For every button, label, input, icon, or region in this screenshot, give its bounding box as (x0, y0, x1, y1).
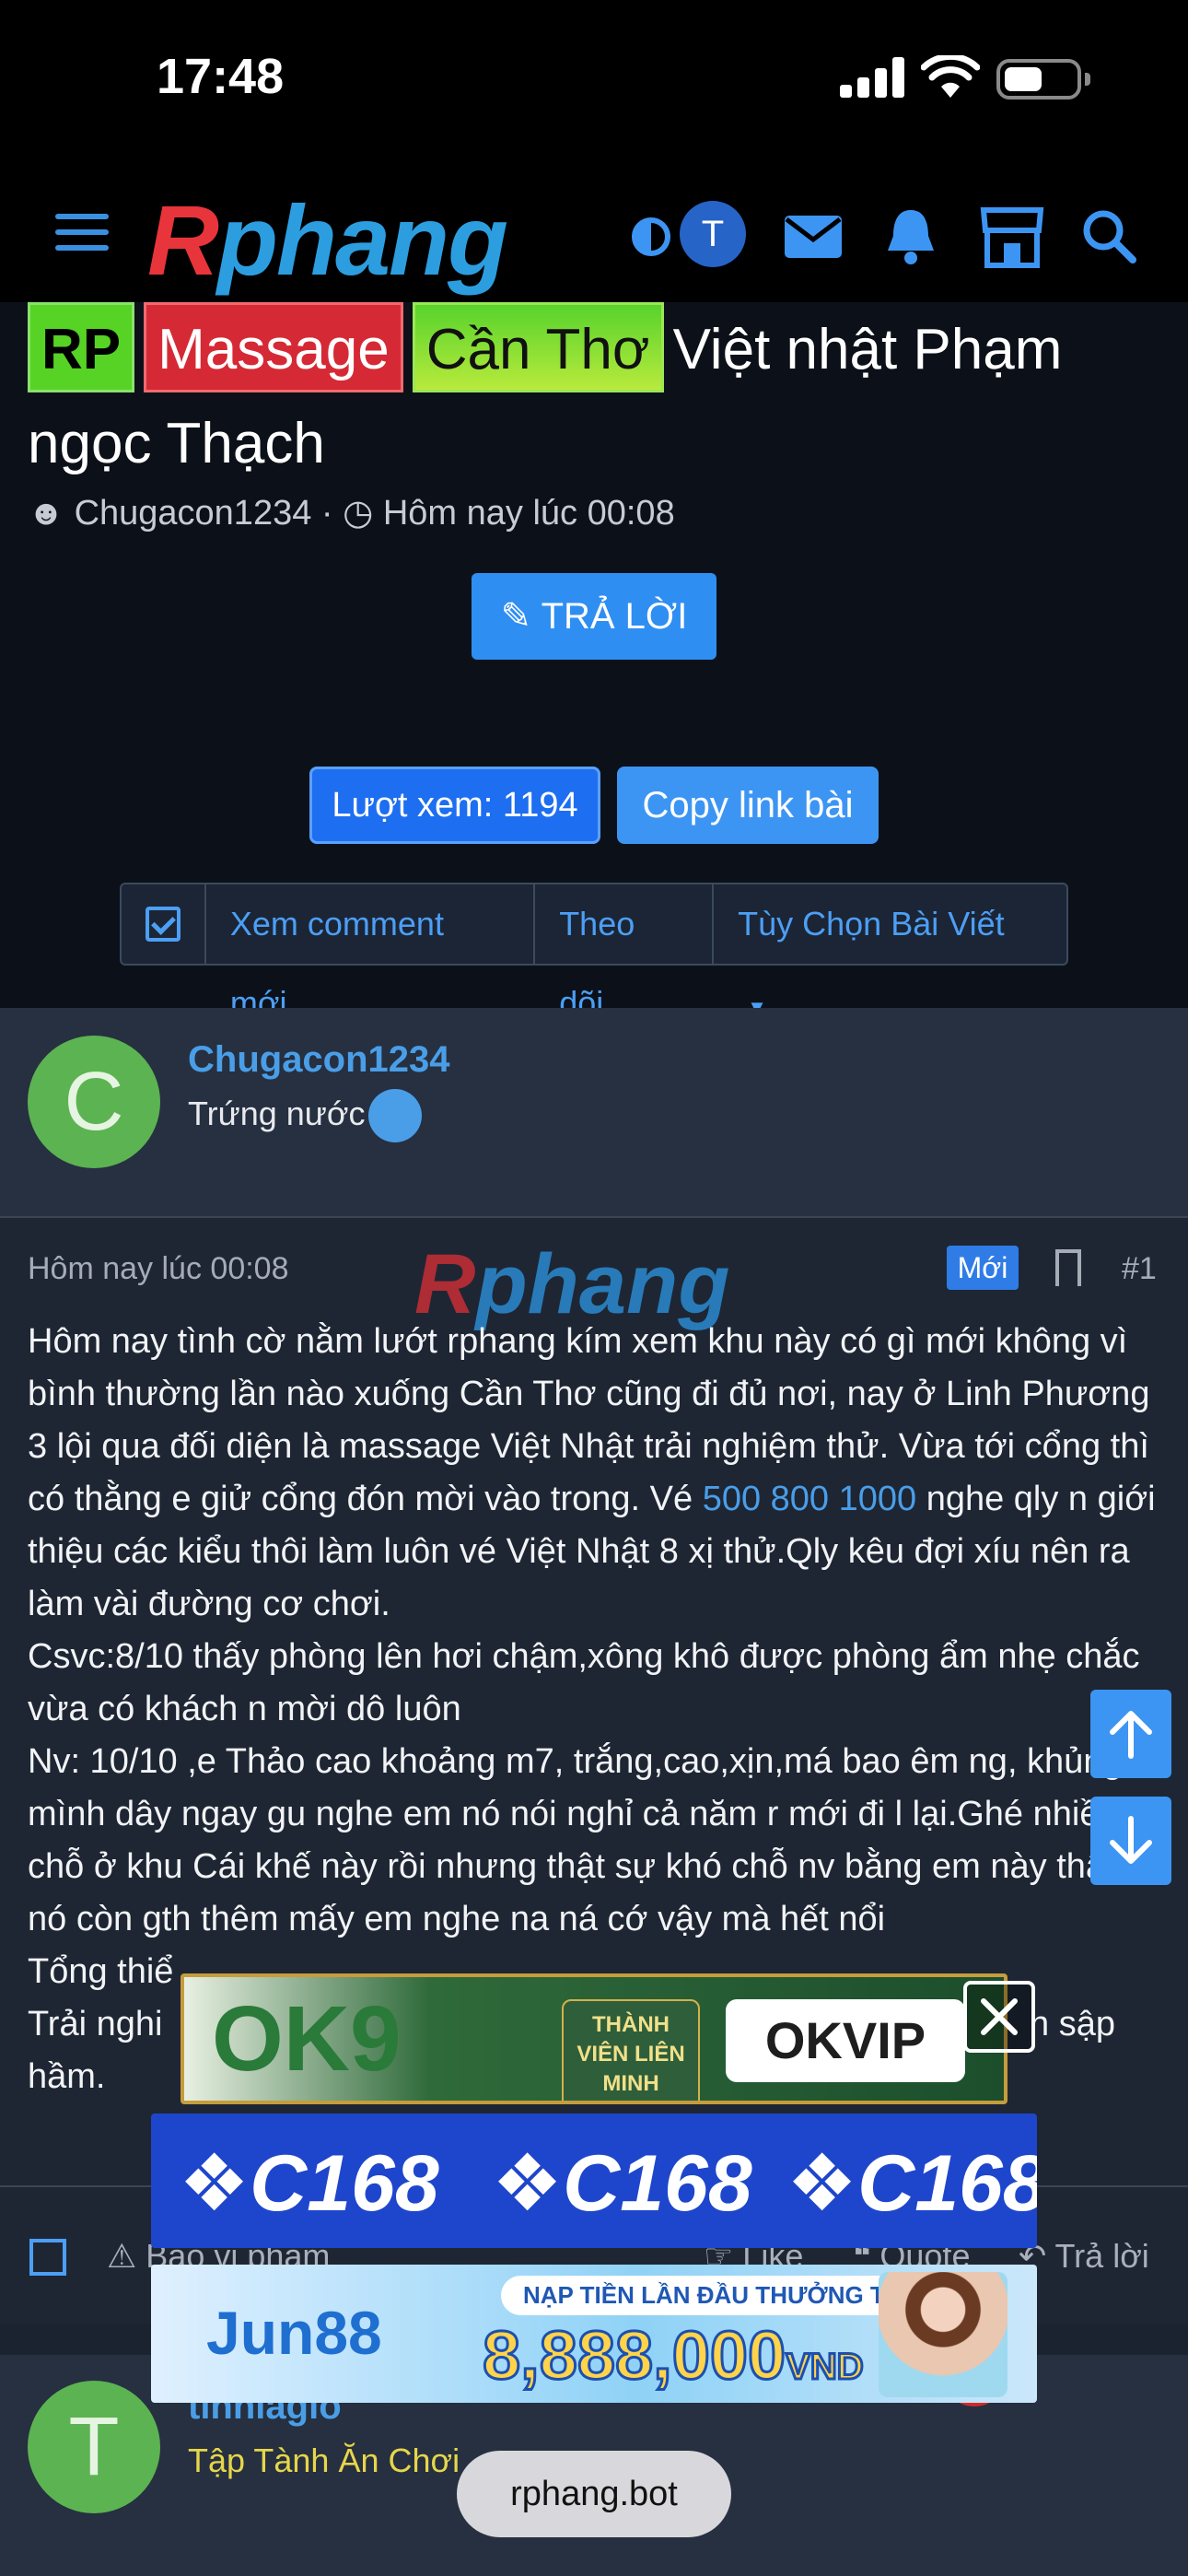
reply-button[interactable]: ✎ TRẢ LỜI (472, 573, 716, 660)
ad-c168-logo-1: ❖C168 (179, 2139, 439, 2228)
close-icon (981, 1998, 1018, 2035)
app-header: Rphang T (0, 175, 1188, 302)
pencil-icon: ✎ (500, 596, 532, 637)
prefix-can-tho[interactable]: Cần Thơ (412, 302, 664, 392)
post-date[interactable]: Hôm nay lúc 00:08 (28, 1251, 289, 1287)
post-line-csvc: Csvc:8/10 thấy phòng lên hơi chậm,xông k… (28, 1637, 1140, 1728)
ad-jun88-amount: 8,888,000VND (481, 2316, 865, 2395)
ad-ok9-tag: THÀNH VIÊN LIÊN MINH (562, 1999, 700, 2101)
bell-icon[interactable] (877, 203, 945, 271)
post-user-rank: Trứng nước (188, 1095, 366, 1132)
post-line-trai: Trải nghi (28, 2005, 163, 2043)
post-reply-label: Trả lời (1054, 2237, 1149, 2275)
title-text-line1: Việt nhật Phạm (672, 318, 1063, 381)
arrow-up-icon (1110, 1711, 1152, 1759)
prefix-massage[interactable]: Massage (144, 302, 403, 392)
post-username[interactable]: Chugacon1234 (188, 1039, 450, 1081)
checkbox-icon (145, 907, 181, 942)
post-user-block: C Chugacon1234 Trứng nước (0, 1008, 1188, 1218)
post-select-checkbox[interactable] (29, 2239, 66, 2276)
thread-options-dropdown[interactable]: Tùy Chọn Bài Viết ▼ (714, 884, 1066, 1019)
prefix-rp[interactable]: RP (28, 302, 135, 392)
ad-c168-logo-3: ❖C168 (786, 2139, 1037, 2228)
ad-okvip-logo: OKVIP (726, 1999, 965, 2082)
thread-options-label: Tùy Chọn Bài Viết (738, 905, 1005, 943)
ad-c168-logo-2: ❖C168 (492, 2139, 752, 2228)
rank-badge-icon (368, 1089, 422, 1142)
next-post-rank: Tập Tành Ăn Chơi (188, 2441, 460, 2479)
thread-title: RP Massage Cần Thơ Việt nhật Phạm ngọc Thạc… (28, 302, 1170, 491)
phone-link[interactable]: 500 800 1000 (703, 1480, 916, 1518)
follow-button[interactable]: Theo dõi (535, 884, 715, 1022)
post-reply-button[interactable]: ↶ Trả lời (1019, 2237, 1149, 2276)
scroll-top-button[interactable] (1090, 1690, 1171, 1778)
post-number[interactable]: #1 (1122, 1251, 1157, 1287)
ad-jun88-model-image (879, 2272, 1007, 2397)
ad-banner-ok9[interactable]: OK9 THÀNH VIÊN LIÊN MINH OKVIP (181, 1973, 1007, 2104)
copy-link-button[interactable]: Copy link bài (617, 767, 879, 844)
signal-icon (840, 57, 904, 98)
search-icon[interactable] (1076, 203, 1144, 271)
thread-meta: ☻ Chugacon1234 · ◷ Hôm nay lúc 00:08 (28, 492, 675, 533)
arrow-down-icon (1110, 1816, 1152, 1864)
theme-toggle-icon[interactable] (617, 203, 685, 271)
ad-jun88-logo: Jun88 (206, 2299, 382, 2367)
status-time: 17:48 (157, 49, 285, 104)
scroll-bottom-button[interactable] (1090, 1797, 1171, 1885)
new-comments-button[interactable]: Xem comment mới (206, 884, 536, 1022)
thread-header: RP Massage Cần Thơ Việt nhật Phạm ngọc Thạc… (0, 302, 1188, 1022)
ad-banner-c168[interactable]: ❖C168 ❖C168 ❖C168 (151, 2113, 1037, 2248)
clock-icon: ◷ (343, 494, 374, 533)
views-button[interactable]: Lượt xem: 1194 (309, 767, 600, 844)
mail-icon[interactable] (779, 203, 847, 271)
battery-icon (996, 59, 1090, 100)
menu-icon[interactable] (55, 214, 109, 258)
diamond-icon: ❖ (786, 2139, 858, 2228)
thread-toolbar: Xem comment mới Theo dõi Tùy Chọn Bài Vi… (120, 883, 1068, 1022)
post-line-tong: Tổng thiể (28, 1952, 174, 1991)
next-post-avatar[interactable]: T (28, 2381, 160, 2513)
user-icon: ☻ (28, 494, 64, 533)
reply-button-label: TRẢ LỜI (541, 596, 688, 637)
diamond-icon: ❖ (492, 2139, 564, 2228)
store-icon[interactable] (978, 203, 1046, 271)
post-line-ham: hầm. (28, 2057, 106, 2096)
status-bar: 17:48 (0, 0, 1188, 175)
wifi-icon (921, 55, 980, 98)
ad-jun88-promo: NẠP TIỀN LẦN ĐẦU THƯỞNG TỚI (501, 2276, 935, 2315)
thread-author[interactable]: Chugacon1234 (75, 494, 312, 533)
select-checkbox[interactable] (122, 884, 206, 964)
post-avatar[interactable]: C (28, 1036, 160, 1168)
ad-ok9-logo: OK9 (212, 1987, 402, 2090)
title-text-line2: ngọc Thạch (28, 412, 325, 475)
bookmark-icon[interactable] (1055, 1249, 1081, 1286)
ad-banner-jun88[interactable]: Jun88 NẠP TIỀN LẦN ĐẦU THƯỞNG TỚI 8,888,… (151, 2265, 1037, 2403)
meta-separator: · (320, 494, 333, 533)
ad-close-button[interactable] (963, 1981, 1035, 2053)
new-badge: Mới (947, 1246, 1019, 1290)
site-logo[interactable]: Rphang (147, 190, 508, 291)
thread-time[interactable]: Hôm nay lúc 00:08 (383, 494, 675, 533)
post-line-trai-end: n sập (1030, 2005, 1115, 2043)
diamond-icon: ❖ (179, 2139, 250, 2228)
warning-icon: ⚠ (107, 2237, 137, 2275)
user-avatar[interactable]: T (680, 201, 746, 267)
post-line-nv: Nv: 10/10 ,e Thảo cao khoảng m7, trắng,c… (28, 1742, 1170, 1938)
url-pill[interactable]: rphang.bot (457, 2451, 731, 2537)
